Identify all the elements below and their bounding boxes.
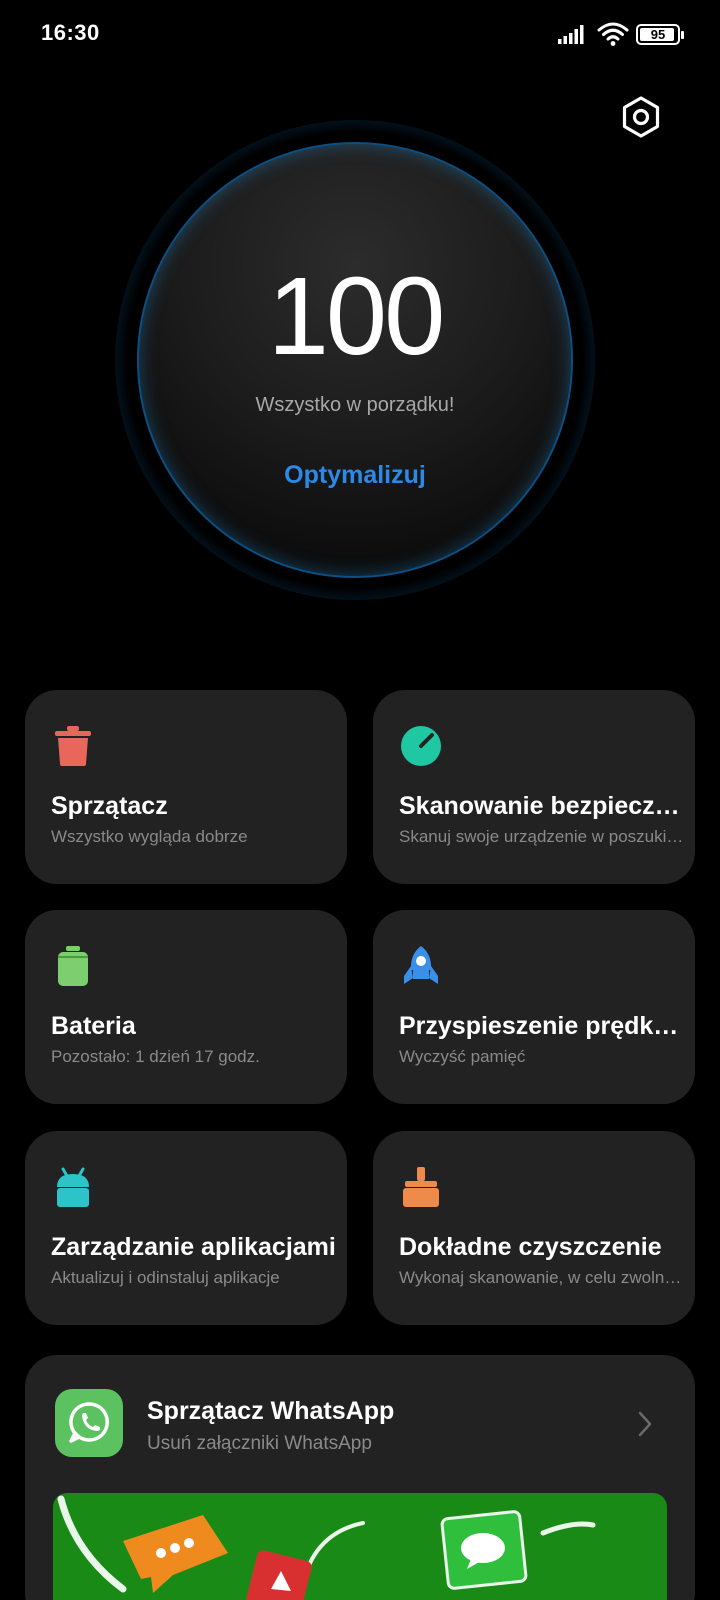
battery-level: 95 <box>650 27 666 42</box>
optimize-button[interactable]: Optymalizuj <box>139 461 571 490</box>
tile-battery[interactable]: Bateria Pozostało: 1 dzień 17 godz. <box>25 910 347 1104</box>
promo-illustration <box>57 1495 596 1600</box>
rocket-icon <box>404 946 438 984</box>
tile-cleaner[interactable]: Sprzątacz Wszystko wygląda dobrze <box>25 690 347 884</box>
tile-speed-boost[interactable]: Przyspieszenie prędkości Wyczyść pamięć <box>373 910 695 1104</box>
play-tile-red <box>246 1550 312 1600</box>
score-value: 100 <box>267 255 446 378</box>
tile-subtitle: Wyczyść pamięć <box>399 1047 526 1066</box>
chevron-right-icon <box>638 1411 652 1437</box>
tile-deep-clean[interactable]: Dokładne czyszczenie Wykonaj skanowanie,… <box>373 1131 695 1325</box>
tile-security-scan[interactable]: Skanowanie bezpieczeństwa Skanuj swoje u… <box>373 690 695 884</box>
whatsapp-cleaner-card[interactable]: Sprzątacz WhatsApp Usuń załączniki Whats… <box>25 1355 695 1600</box>
battery-icon: 95 <box>636 24 684 45</box>
trash-bin-icon <box>55 726 91 766</box>
tile-subtitle: Aktualizuj i odinstaluj aplikacje <box>51 1268 280 1287</box>
tile-title: Bateria <box>51 1012 136 1040</box>
tile-title: Dokładne czyszczenie <box>399 1233 662 1261</box>
tile-title: Przyspieszenie prędkości <box>399 1012 685 1040</box>
wifi-icon <box>597 22 629 46</box>
status-time: 16:30 <box>41 20 100 45</box>
android-icon <box>57 1167 89 1207</box>
security-gauge-icon <box>401 726 441 766</box>
tile-title: Zarządzanie aplikacjami <box>51 1233 336 1261</box>
whatsapp-icon <box>55 1389 123 1457</box>
signal-icon <box>558 25 584 44</box>
score-disc: 100 Wszystko w porządku! Optymalizuj <box>137 142 573 578</box>
broom-icon <box>403 1167 439 1207</box>
battery-tile-icon <box>58 946 88 986</box>
whatsapp-glyph <box>69 1402 109 1443</box>
score-status: Wszystko w porządku! <box>255 394 455 416</box>
score-ring: 100 Wszystko w porządku! Optymalizuj <box>115 120 595 600</box>
chat-tile-green <box>440 1510 528 1590</box>
tile-title: Skanowanie bezpieczeństwa <box>399 792 685 820</box>
chat-bubble-orange <box>123 1515 228 1593</box>
whatsapp-promo-banner <box>53 1493 667 1600</box>
tile-app-management[interactable]: Zarządzanie aplikacjami Aktualizuj i odi… <box>25 1131 347 1325</box>
whatsapp-card-title: Sprzątacz WhatsApp <box>147 1397 395 1425</box>
tile-subtitle: Wszystko wygląda dobrze <box>51 827 248 846</box>
tile-subtitle: Wykonaj skanowanie, w celu zwolnienia mi… <box>399 1268 685 1287</box>
tile-title: Sprzątacz <box>51 792 168 820</box>
status-bar: 16:30 95 <box>0 0 720 70</box>
tile-subtitle: Pozostało: 1 dzień 17 godz. <box>51 1047 260 1066</box>
whatsapp-card-subtitle: Usuń załączniki WhatsApp <box>147 1433 372 1454</box>
tile-subtitle: Skanuj swoje urządzenie w poszukiwaniu z… <box>399 827 685 846</box>
settings-hexagon-icon[interactable] <box>619 95 663 139</box>
